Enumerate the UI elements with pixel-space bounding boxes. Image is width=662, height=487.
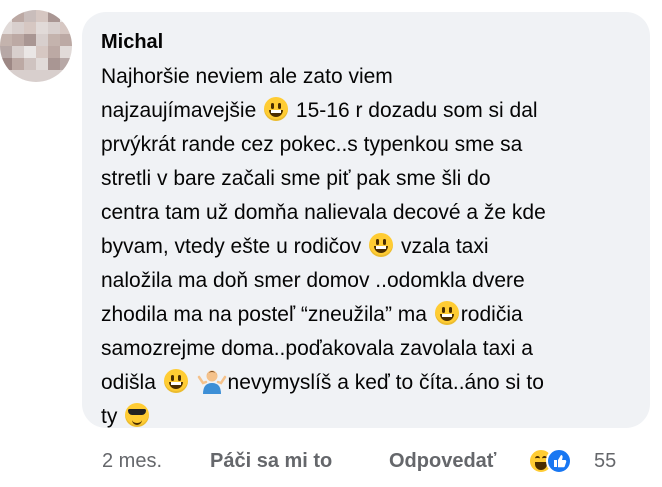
comment-container: Michal Najhoršie neviem ale zato viem naj… — [0, 0, 662, 487]
comment-timestamp[interactable]: 2 mes. — [102, 446, 162, 476]
comment-text-fragment: odišla — [101, 371, 162, 394]
like-button[interactable]: Páči sa mi to — [210, 446, 332, 476]
comment-text-fragment: ty — [101, 405, 124, 428]
sunglasses-face-emoji — [125, 403, 150, 427]
comment-text-fragment: zhodila ma na posteľ “zneužila” ma — [101, 303, 433, 326]
comment-line: zhodila ma na posteľ “zneužila” ma rodič… — [101, 298, 641, 332]
comment-text-fragment: byvam, vtedy ešte u rodičov — [101, 235, 368, 258]
comment-line: odišla nevymyslíš a keď to číta..áno si … — [101, 366, 641, 400]
comment-text-fragment — [190, 371, 196, 394]
comment-text-fragment: vzala taxi — [395, 235, 489, 258]
reaction-count[interactable]: 55 — [594, 446, 616, 476]
comment-text-fragment: centra tam už domňa nalievala decové a ž… — [101, 201, 546, 224]
comment-line: naložila ma doň smer domov ..odomkla dve… — [101, 264, 641, 298]
grinning-face-emoji — [264, 97, 289, 121]
comment-text-fragment: rodičia — [460, 303, 523, 326]
comment-text-fragment: Najhoršie neviem ale zato viem — [101, 65, 393, 88]
comment-line: centra tam už domňa nalievala decové a ž… — [101, 196, 641, 230]
grinning-face-emoji — [369, 233, 394, 257]
comment-line: byvam, vtedy ešte u rodičov vzala taxi — [101, 230, 641, 264]
comment-line: Najhoršie neviem ale zato viem — [101, 60, 641, 94]
comment-line: stretli v bare začali sme piť pak sme šl… — [101, 162, 641, 196]
comment-text-fragment: samozrejme doma..poďakovala zavolala tax… — [101, 337, 533, 360]
comment-text-fragment: prvýkrát rande cez pokec..s typenkou sme… — [101, 133, 523, 156]
comment-line: najzaujímavejšie 15-16 r dozadu som si d… — [101, 94, 641, 128]
person-shrugging-emoji — [197, 368, 227, 394]
reactions-summary[interactable] — [528, 448, 582, 474]
comment-footer: 2 mes. Páči sa mi to Odpovedať 55 — [0, 446, 662, 476]
comment-text: Najhoršie neviem ale zato viem najzaujíma… — [101, 60, 641, 434]
grinning-face-emoji — [163, 369, 188, 393]
comment-text-fragment: nevymyslíš a keď to číta..áno si to — [227, 371, 544, 394]
comment-text-fragment: 15-16 r dozadu som si dal — [290, 99, 538, 122]
comment-text-fragment: naložila ma doň smer domov ..odomkla dve… — [101, 269, 525, 292]
comment-text-fragment: stretli v bare začali sme piť pak sme šl… — [101, 167, 491, 190]
comment-line: ty — [101, 400, 641, 434]
like-reaction-icon — [546, 448, 572, 474]
comment-author[interactable]: Michal — [101, 30, 163, 54]
reply-button[interactable]: Odpovedať — [389, 446, 496, 476]
comment-line: samozrejme doma..poďakovala zavolala tax… — [101, 332, 641, 366]
avatar[interactable] — [0, 10, 72, 82]
grinning-face-emoji — [434, 301, 459, 325]
comment-line: prvýkrát rande cez pokec..s typenkou sme… — [101, 128, 641, 162]
comment-text-fragment: najzaujímavejšie — [101, 99, 263, 122]
